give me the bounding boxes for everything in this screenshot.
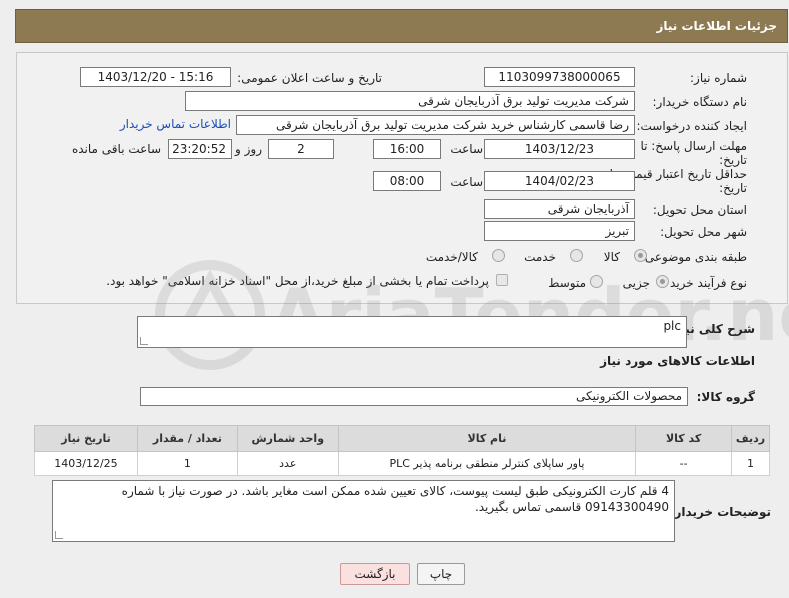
cell-quantity: 1 <box>136 451 238 476</box>
deadline-time-label: ساعت <box>450 142 483 156</box>
remaining-label: ساعت باقی مانده <box>71 142 161 156</box>
deadline-time-field: 16:00 <box>373 139 441 159</box>
table-header-row: ردیف کد کالا نام کالا واحد شمارش تعداد /… <box>34 425 770 452</box>
summary-text: plc <box>663 319 681 333</box>
process-option-minor: جزیی <box>622 276 650 290</box>
category-option-service: خدمت <box>524 250 556 264</box>
province-label: استان محل تحویل: <box>652 203 747 217</box>
validity-label-date: تاریخ: <box>719 181 747 195</box>
goods-table: ردیف کد کالا نام کالا واحد شمارش تعداد /… <box>34 425 770 476</box>
goods-group-label: گروه کالا: <box>696 390 755 404</box>
creator-label: ایجاد کننده درخواست: <box>636 119 747 133</box>
deadline-label-date: تاریخ: <box>719 153 747 167</box>
goods-info-title: اطلاعات کالاهای مورد نیاز <box>600 354 755 368</box>
validity-time-label: ساعت <box>450 175 483 189</box>
page-title: جزئیات اطلاعات نیاز <box>656 19 777 33</box>
header-goods-code: کد کالا <box>635 425 733 452</box>
days-label: روز و <box>235 142 262 156</box>
announce-field: 1403/12/20 - 15:16 <box>80 67 231 87</box>
payment-note: پرداخت تمام یا بخشی از مبلغ خرید،از محل … <box>106 274 489 288</box>
category-label: طبقه بندی موضوعی: <box>640 250 747 264</box>
process-radio-minor[interactable] <box>656 275 669 288</box>
cell-need-date: 1403/12/25 <box>34 451 138 476</box>
header-row-number: ردیف <box>731 425 770 452</box>
need-number-field: 1103099738000065 <box>484 67 635 87</box>
days-field: 2 <box>268 139 334 159</box>
buyer-field: شرکت مدیریت تولید برق آذربایجان شرقی <box>185 91 635 111</box>
city-label: شهر محل تحویل: <box>660 225 747 239</box>
header-need-date: تاریخ نیاز <box>34 425 138 452</box>
buyer-notes-textarea[interactable]: 4 قلم کارت الکترونیکی طبق لیست پیوست، کا… <box>52 480 675 542</box>
category-radio-goods-service[interactable] <box>492 249 505 262</box>
treasury-checkbox[interactable] <box>496 274 508 286</box>
province-field: آذربایجان شرقی <box>484 199 635 219</box>
process-radio-medium[interactable] <box>590 275 603 288</box>
announce-label: تاریخ و ساعت اعلان عمومی: <box>237 71 382 85</box>
deadline-label: مهلت ارسال پاسخ: تا <box>640 139 747 153</box>
buyer-notes-text: 4 قلم کارت الکترونیکی طبق لیست پیوست، کا… <box>121 484 669 514</box>
header-unit: واحد شمارش <box>236 425 339 452</box>
resize-grip-icon[interactable] <box>55 531 63 539</box>
city-field: تبریز <box>484 221 635 241</box>
creator-field: رضا قاسمی کارشناس خرید شرکت مدیریت تولید… <box>236 115 635 135</box>
validity-date-field: 1404/02/23 <box>484 171 635 191</box>
buyer-label: نام دستگاه خریدار: <box>652 95 748 109</box>
goods-group-field: محصولات الکترونیکی <box>140 387 688 406</box>
header-goods-name: نام کالا <box>337 425 637 452</box>
back-button[interactable]: بازگشت <box>340 563 410 585</box>
category-radio-service[interactable] <box>570 249 583 262</box>
deadline-date-field: 1403/12/23 <box>484 139 635 159</box>
cell-goods-name: پاور ساپلای کنترلر منطقی برنامه پذیر PLC <box>337 451 637 476</box>
category-option-goods-service: کالا/خدمت <box>425 250 478 264</box>
header-quantity: تعداد / مقدار <box>136 425 238 452</box>
cell-unit: عدد <box>236 451 339 476</box>
cell-goods-code: -- <box>635 451 733 476</box>
remaining-field: 23:20:52 <box>168 139 232 159</box>
validity-time-field: 08:00 <box>373 171 441 191</box>
buyer-contact-link[interactable]: اطلاعات تماس خریدار <box>120 117 231 131</box>
page-header: جزئیات اطلاعات نیاز <box>15 9 788 43</box>
category-option-goods: کالا <box>603 250 620 264</box>
buyer-notes-label: توضیحات خریدار: <box>669 505 771 519</box>
process-label: نوع فرآیند خرید : <box>662 276 747 290</box>
cell-row-number: 1 <box>731 451 770 476</box>
category-radio-goods[interactable] <box>634 249 647 262</box>
table-row: 1 -- پاور ساپلای کنترلر منطقی برنامه پذی… <box>34 451 770 476</box>
need-number-label: شماره نیاز: <box>690 71 747 85</box>
process-option-medium: متوسط <box>548 276 586 290</box>
summary-textarea[interactable]: plc <box>137 316 687 348</box>
resize-grip-icon[interactable] <box>140 337 148 345</box>
print-button[interactable]: چاپ <box>417 563 465 585</box>
